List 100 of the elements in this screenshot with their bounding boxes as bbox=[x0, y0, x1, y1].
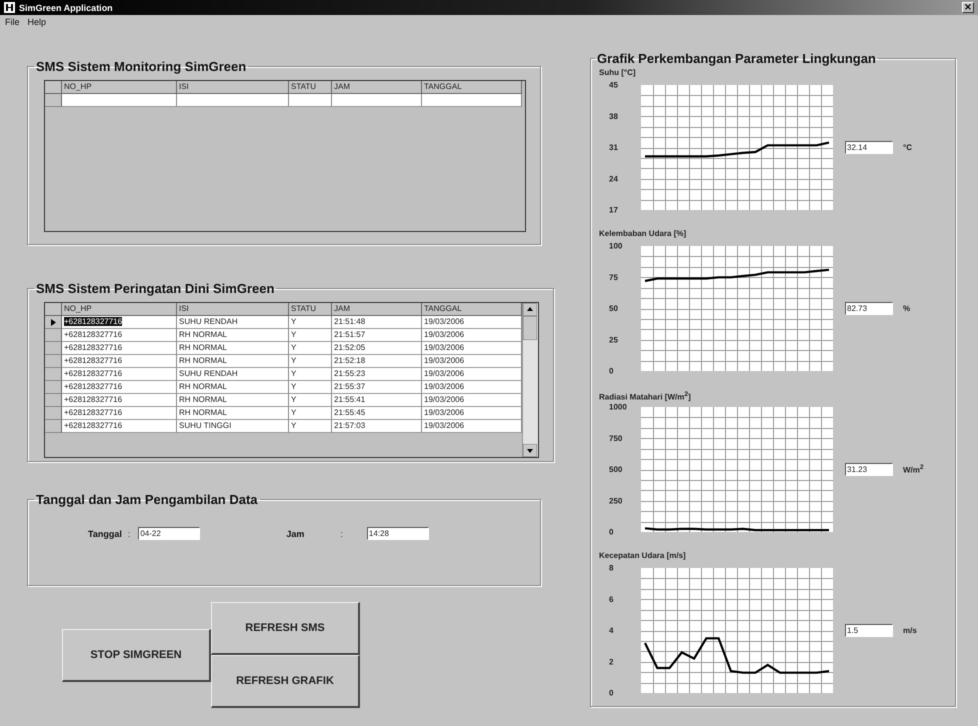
table-cell: Y bbox=[289, 342, 332, 355]
table-row[interactable]: +628128327716 RH NORMAL Y 21:52:05 19/03/2006 bbox=[45, 342, 522, 355]
table-cell: RH NORMAL bbox=[177, 329, 289, 342]
group-title: SMS Sistem Peringatan Dini SimGreen bbox=[35, 281, 276, 296]
current-row-icon bbox=[50, 318, 56, 326]
reading-field[interactable]: 32.14 bbox=[845, 141, 893, 154]
axis-tick-label: 8 bbox=[609, 564, 614, 572]
table-cell: RH NORMAL bbox=[177, 394, 289, 407]
table-cell: Y bbox=[289, 407, 332, 420]
table-cell: Y bbox=[289, 355, 332, 368]
table-row[interactable]: +628128327716 RH NORMAL Y 21:55:41 19/03/2006 bbox=[45, 394, 522, 407]
label-separator: : bbox=[340, 528, 343, 538]
axis-tick-label: 750 bbox=[609, 434, 622, 443]
axis-tick-label: 2 bbox=[609, 657, 614, 666]
table-cell: +628128327716 bbox=[62, 316, 177, 329]
column-header[interactable]: ISI bbox=[177, 81, 289, 94]
table-cell: 21:57:03 bbox=[332, 420, 422, 433]
refresh-sms-button[interactable]: REFRESH SMS bbox=[211, 602, 360, 655]
table-cell: SUHU RENDAH bbox=[177, 368, 289, 381]
input-field[interactable]: 14:28 bbox=[366, 527, 429, 540]
table-cell: +628128327716 bbox=[62, 407, 177, 420]
chart-title: Radiasi Matahari [W/m$^{2}$] bbox=[599, 390, 692, 401]
refresh-chart-button[interactable]: REFRESH GRAFIK bbox=[211, 655, 360, 708]
scroll-down-button[interactable] bbox=[523, 444, 537, 457]
group-title: Grafik Perkembangan Parameter Lingkungan bbox=[596, 51, 877, 66]
table-cell: Y bbox=[289, 368, 332, 381]
reading-field[interactable]: 1.5 bbox=[845, 624, 893, 637]
table-row[interactable]: +628128327716 RH NORMAL Y 21:55:45 19/03/2006 bbox=[45, 407, 522, 420]
input-field[interactable]: 04-22 bbox=[138, 527, 200, 540]
axis-tick-label: 0 bbox=[609, 528, 614, 536]
table-row[interactable]: +628128327716 SUHU RENDAH Y 21:51:48 19/03/2006 bbox=[45, 316, 522, 329]
axis-tick-label: 1000 bbox=[609, 402, 627, 412]
reading-field[interactable]: 31.23 bbox=[845, 463, 893, 476]
axis-tick-label: 50 bbox=[609, 304, 618, 313]
unit-label: °C bbox=[903, 143, 912, 152]
axis-tick-label: 75 bbox=[609, 272, 618, 282]
table-cell: Y bbox=[289, 420, 332, 433]
stop-button[interactable]: STOP SIMGREEN bbox=[62, 628, 211, 682]
table-cell: 19/03/2006 bbox=[422, 316, 522, 329]
table-cell: +628128327716 bbox=[62, 394, 177, 407]
table-cell: RH NORMAL bbox=[177, 381, 289, 394]
axis-tick-label: 6 bbox=[609, 594, 614, 604]
column-header[interactable]: NO_HP bbox=[62, 303, 177, 316]
table-cell: RH NORMAL bbox=[177, 355, 289, 368]
row-header[interactable] bbox=[45, 316, 62, 329]
table-cell: 19/03/2006 bbox=[422, 329, 522, 342]
table-cell: +628128327716 bbox=[62, 381, 177, 394]
table-cell: +628128327716 bbox=[62, 420, 177, 433]
menu-item[interactable]: Help bbox=[28, 16, 46, 28]
table-cell: 19/03/2006 bbox=[422, 394, 522, 407]
column-header[interactable]: TANGGAL bbox=[422, 81, 522, 94]
table-cell: 21:52:18 bbox=[332, 355, 422, 368]
menu-item[interactable]: File bbox=[5, 16, 20, 28]
table-cell: 21:55:41 bbox=[332, 394, 422, 407]
table-cell: 19/03/2006 bbox=[422, 355, 522, 368]
table-cell: 19/03/2006 bbox=[422, 381, 522, 394]
axis-tick-label: 4 bbox=[609, 626, 614, 635]
scrollbar[interactable] bbox=[522, 303, 538, 457]
axis-tick-label: 31 bbox=[609, 143, 618, 152]
axis-tick-label: 250 bbox=[609, 496, 622, 506]
unit-label: W/m$^{2}$ bbox=[903, 464, 924, 475]
table-cell: 19/03/2006 bbox=[422, 342, 522, 355]
unit-label: % bbox=[903, 304, 910, 313]
group-title: Tanggal dan Jam Pengambilan Data bbox=[35, 492, 259, 507]
label-separator: : bbox=[128, 528, 130, 538]
table-cell: Y bbox=[289, 316, 332, 329]
column-header[interactable]: JAM bbox=[332, 81, 422, 94]
table-cell: +628128327716 bbox=[62, 355, 177, 368]
scroll-up-button[interactable] bbox=[523, 303, 537, 316]
axis-tick-label: 17 bbox=[609, 206, 618, 214]
unit-label: m/s bbox=[903, 626, 917, 635]
table-row[interactable]: +628128327716 SUHU TINGGI Y 21:57:03 19/03/2006 bbox=[45, 420, 522, 433]
table-row[interactable]: +628128327716 RH NORMAL Y 21:55:37 19/03/2006 bbox=[45, 381, 522, 394]
column-header[interactable]: ISI bbox=[177, 303, 289, 316]
column-header[interactable]: STATU bbox=[289, 303, 332, 316]
table-row[interactable]: +628128327716 RH NORMAL Y 21:51:57 19/03/2006 bbox=[45, 329, 522, 342]
table-cell: RH NORMAL bbox=[177, 342, 289, 355]
table-cell: +628128327716 bbox=[62, 342, 177, 355]
axis-tick-label: 0 bbox=[609, 366, 614, 376]
table-row[interactable]: +628128327716 RH NORMAL Y 21:52:18 19/03/2006 bbox=[45, 355, 522, 368]
column-header[interactable]: NO_HP bbox=[62, 81, 177, 94]
table-cell: Y bbox=[289, 329, 332, 342]
table-cell: Y bbox=[289, 381, 332, 394]
table-cell: 21:55:23 bbox=[332, 368, 422, 381]
group-title: SMS Sistem Monitoring SimGreen bbox=[35, 59, 248, 74]
close-button[interactable]: × bbox=[962, 2, 974, 13]
scroll-thumb[interactable] bbox=[523, 316, 537, 340]
table-row[interactable]: +628128327716 SUHU RENDAH Y 21:55:23 19/03/2006 bbox=[45, 368, 522, 381]
axis-tick-label: 0 bbox=[609, 688, 614, 698]
reading-field[interactable]: 82.73 bbox=[845, 302, 893, 315]
column-header[interactable]: JAM bbox=[332, 303, 422, 316]
table-cell: Y bbox=[289, 394, 332, 407]
window-title: SimGreen Application bbox=[19, 2, 114, 12]
chart-title: Suhu [°C] bbox=[599, 67, 637, 79]
field-label: Jam bbox=[286, 528, 304, 538]
column-header[interactable]: TANGGAL bbox=[422, 303, 522, 316]
column-header[interactable]: STATU bbox=[289, 81, 332, 94]
chart-title: Kecepatan Udara [m/s] bbox=[599, 550, 687, 562]
table-cell: 21:51:57 bbox=[332, 329, 422, 342]
table-cell: 19/03/2006 bbox=[422, 368, 522, 381]
